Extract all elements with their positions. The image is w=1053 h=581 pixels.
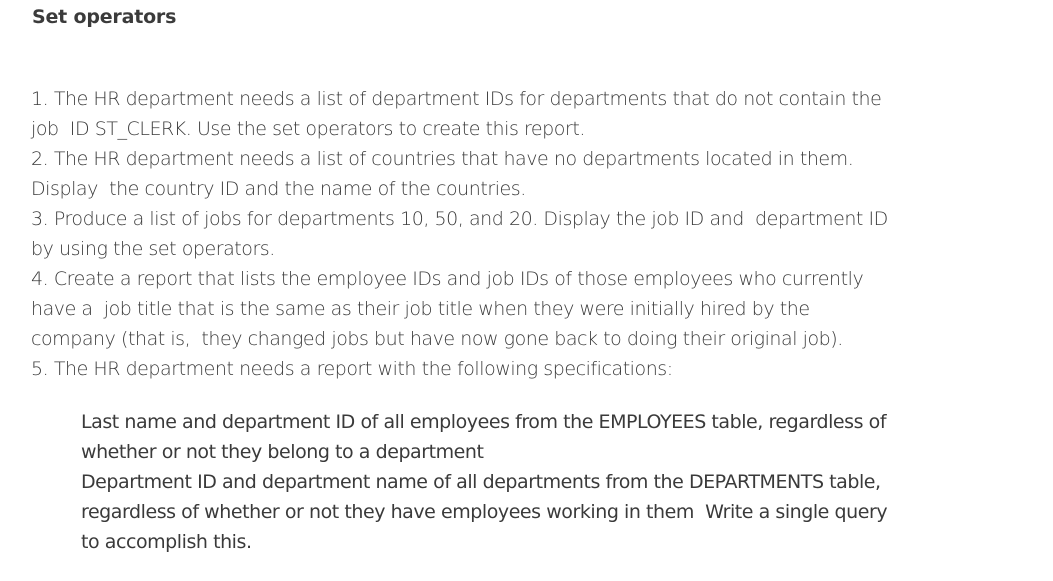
exercise-text-line: 2. The HR department needs a list of cou… [31, 148, 854, 170]
exercise-text-line: by using the set operators. [31, 238, 275, 260]
exercise-item-5: 5. The HR department needs a report with… [31, 354, 1047, 384]
exercise-list: 1. The HR department needs a list of dep… [31, 84, 1047, 384]
exercise-text-line: company (that is, they changed jobs but … [31, 328, 843, 350]
specification-line: to accomplish this. [81, 531, 252, 553]
exercise-item-4: 4. Create a report that lists the employ… [31, 264, 1047, 354]
exercise-text-line: Display the country ID and the name of t… [31, 178, 526, 200]
exercise-text-line: job ID ST_CLERK. Use the set operators t… [31, 118, 585, 140]
exercise-item-1: 1. The HR department needs a list of dep… [31, 84, 1047, 144]
specification-line: Department ID and department name of all… [81, 471, 881, 493]
exercise-text-line: 5. The HR department needs a report with… [31, 358, 673, 380]
exercise-text-line: 3. Produce a list of jobs for department… [31, 208, 888, 230]
exercise-text-line: 1. The HR department needs a list of dep… [31, 88, 882, 110]
specification-line: regardless of whether or not they have e… [81, 501, 888, 523]
exercise-item-2: 2. The HR department needs a list of cou… [31, 144, 1047, 204]
exercise-text-line: 4. Create a report that lists the employ… [31, 268, 864, 290]
exercise-text-line: have a job title that is the same as the… [31, 298, 810, 320]
specification-line: whether or not they belong to a departme… [81, 441, 484, 463]
page-title: Set operators [32, 6, 177, 28]
exercise-item-3: 3. Produce a list of jobs for department… [31, 204, 1047, 264]
specification-line: Last name and department ID of all emplo… [81, 411, 887, 433]
specifications-block: Last name and department ID of all emplo… [81, 407, 1047, 557]
